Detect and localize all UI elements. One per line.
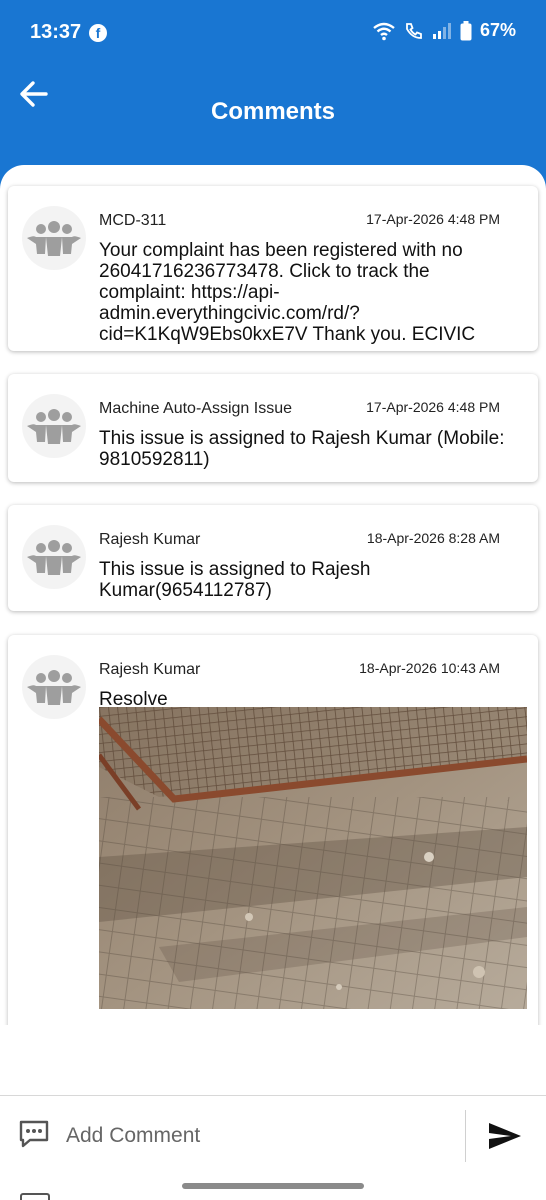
comment-author: Rajesh Kumar (99, 531, 201, 548)
comment-author: Machine Auto-Assign Issue (99, 400, 292, 417)
facebook-notification-icon: f (89, 24, 107, 42)
comment-date: 17-Apr-2026 4:48 PM (366, 211, 500, 227)
comment-card: Rajesh Kumar 18-Apr-2026 10:43 AM Resolv… (8, 635, 538, 1025)
comment-date: 18-Apr-2026 8:28 AM (366, 530, 500, 546)
comment-composer (0, 1095, 546, 1175)
group-people-icon (27, 670, 81, 705)
comment-photo[interactable] (99, 707, 527, 1009)
resolved-site-photo (99, 707, 527, 1009)
home-indicator[interactable] (182, 1183, 364, 1189)
keyboard-icon (20, 1193, 50, 1200)
comment-text: This issue is assigned to Rajesh Kumar (… (99, 428, 505, 470)
comment-author: Rajesh Kumar (99, 661, 201, 678)
signal-icon (432, 22, 451, 39)
battery-icon (460, 20, 472, 40)
send-button[interactable] (482, 1116, 528, 1156)
chat-bubble-icon (18, 1119, 50, 1154)
comment-card: Rajesh Kumar 18-Apr-2026 8:28 AM This is… (8, 505, 538, 611)
wifi-calling-icon (406, 22, 422, 39)
status-bar: 13:37 f 67% (0, 0, 546, 64)
avatar (22, 394, 86, 458)
comment-author: MCD-311 (99, 212, 167, 229)
status-time: 13:37 (30, 21, 82, 43)
group-people-icon (27, 540, 81, 575)
wifi-icon (373, 22, 395, 40)
status-icons: 67% (372, 20, 516, 41)
composer-divider (465, 1110, 466, 1162)
comment-date: 18-Apr-2026 10:43 AM (359, 660, 500, 676)
comment-card: Machine Auto-Assign Issue 17-Apr-2026 4:… (8, 374, 538, 482)
group-people-icon (27, 221, 81, 256)
comments-list[interactable]: MCD-311 17-Apr-2026 4:48 PM Your complai… (0, 165, 546, 1025)
comment-text: This issue is assigned to Rajesh Kumar(9… (99, 559, 371, 601)
group-people-icon (27, 409, 81, 444)
page-title: Comments (210, 98, 336, 125)
avatar (22, 525, 86, 589)
battery-level: 67% (479, 20, 516, 40)
comment-date: 17-Apr-2026 4:48 PM (366, 399, 500, 415)
avatar (22, 655, 86, 719)
avatar (22, 206, 86, 270)
send-icon (489, 1123, 521, 1149)
comment-card: MCD-311 17-Apr-2026 4:48 PM Your complai… (8, 186, 538, 351)
comment-input[interactable] (66, 1118, 446, 1154)
comment-text: Your complaint has been registered with … (99, 240, 476, 345)
